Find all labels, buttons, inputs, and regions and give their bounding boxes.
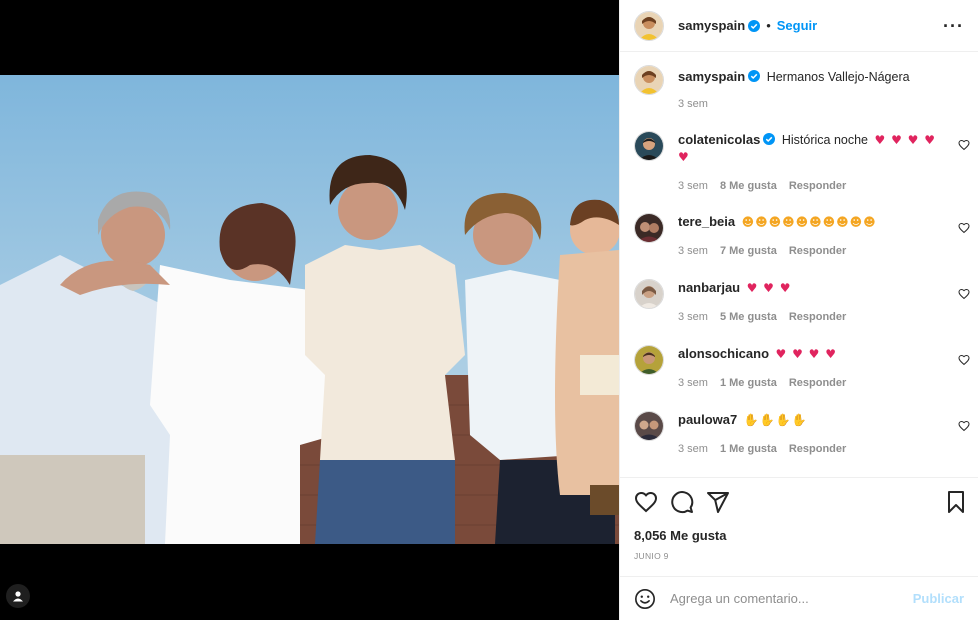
commenter-username[interactable]: tere_beia (678, 214, 735, 229)
comment-like-icon[interactable] (958, 222, 970, 234)
comment-age: 3 sem (678, 443, 708, 455)
action-icons (634, 490, 968, 514)
author-username[interactable]: samyspain (678, 18, 745, 33)
comment-item: nanbarjau ♥ ♥ ♥ 3 sem 5 Me gusta Respond… (634, 279, 970, 323)
comment-like-icon[interactable] (958, 354, 970, 366)
likes-count[interactable]: 8,056 Me gusta (634, 528, 727, 543)
follow-button[interactable]: Seguir (777, 18, 817, 33)
post-date: JUNIO 9 (634, 551, 669, 561)
post-photo[interactable] (0, 75, 619, 544)
comment-likes[interactable]: 1 Me gusta (720, 443, 777, 455)
post-sidebar: samyspain • Seguir ··· samyspain Hermano… (619, 0, 978, 620)
comment-item: paulowa7 ✋✋✋✋ 3 sem 1 Me gusta Responder (634, 411, 970, 455)
comment-age: 3 sem (678, 245, 708, 257)
comment-emoji: ♥ ♥ ♥ (746, 281, 792, 295)
publish-button[interactable]: Publicar (913, 591, 964, 606)
comment-item: colatenicolas Histórica noche ♥ ♥ ♥ ♥ ♥ … (634, 131, 970, 192)
user-tag-button[interactable] (6, 584, 30, 608)
comment-icon[interactable] (670, 490, 694, 514)
comment-item: tere_beia ☻☻☻☻☻☻☻☻☻☻ 3 sem 7 Me gusta Re… (634, 213, 970, 257)
reply-button[interactable]: Responder (789, 180, 846, 192)
photo-image (0, 75, 619, 544)
comment-likes[interactable]: 7 Me gusta (720, 245, 777, 257)
comment-emoji: ♥ ♥ ♥ ♥ (775, 347, 837, 361)
reply-button[interactable]: Responder (789, 245, 846, 257)
more-icon[interactable]: ··· (943, 16, 964, 37)
caption-age: 3 sem (678, 98, 708, 110)
commenter-username[interactable]: paulowa7 (678, 412, 737, 427)
commenter-username[interactable]: alonsochicano (678, 346, 769, 361)
bookmark-icon[interactable] (944, 490, 968, 514)
comment-item: alonsochicano ♥ ♥ ♥ ♥ 3 sem 1 Me gusta R… (634, 345, 970, 389)
reply-button[interactable]: Responder (789, 311, 846, 323)
comment-age: 3 sem (678, 180, 708, 192)
comment-emoji: ✋✋✋✋ (743, 413, 808, 427)
caption-author[interactable]: samyspain (678, 69, 745, 84)
commenter-avatar[interactable] (634, 411, 664, 441)
share-icon[interactable] (706, 490, 730, 514)
comment-likes[interactable]: 5 Me gusta (720, 311, 777, 323)
comment-input[interactable] (670, 591, 913, 606)
post-header: samyspain • Seguir ··· (620, 0, 978, 52)
separator-dot: • (766, 18, 771, 33)
post-actions: 8,056 Me gusta JUNIO 9 (620, 477, 978, 575)
comment-age: 3 sem (678, 311, 708, 323)
commenter-username[interactable]: colatenicolas (678, 132, 760, 147)
commenter-avatar[interactable] (634, 213, 664, 243)
commenter-avatar[interactable] (634, 131, 664, 161)
comments-list[interactable]: samyspain Hermanos Vallejo-Nágera 3 sem … (620, 53, 978, 477)
comment-emoji: ☻☻☻☻☻☻☻☻☻☻ (741, 215, 877, 229)
caption: samyspain Hermanos Vallejo-Nágera 3 sem (634, 65, 970, 110)
user-tag-icon (13, 591, 23, 602)
comment-like-icon[interactable] (958, 420, 970, 432)
commenter-username[interactable]: nanbarjau (678, 280, 740, 295)
author-avatar[interactable] (634, 65, 664, 95)
verified-icon (763, 133, 776, 145)
caption-text: Hermanos Vallejo-Nágera (766, 70, 910, 84)
comment-likes[interactable]: 8 Me gusta (720, 180, 777, 192)
verified-icon (748, 19, 761, 32)
comment-composer: Publicar (620, 576, 978, 620)
comment-text: Histórica noche (781, 133, 869, 147)
commenter-avatar[interactable] (634, 345, 664, 375)
media-pane (0, 0, 619, 620)
verified-icon (748, 70, 761, 82)
comment-like-icon[interactable] (958, 139, 970, 151)
comment-likes[interactable]: 1 Me gusta (720, 377, 777, 389)
reply-button[interactable]: Responder (789, 377, 846, 389)
commenter-avatar[interactable] (634, 279, 664, 309)
comment-age: 3 sem (678, 377, 708, 389)
comment-like-icon[interactable] (958, 288, 970, 300)
heart-icon[interactable] (634, 490, 658, 514)
reply-button[interactable]: Responder (789, 443, 846, 455)
emoji-icon[interactable] (634, 588, 656, 610)
author-avatar[interactable] (634, 10, 664, 41)
